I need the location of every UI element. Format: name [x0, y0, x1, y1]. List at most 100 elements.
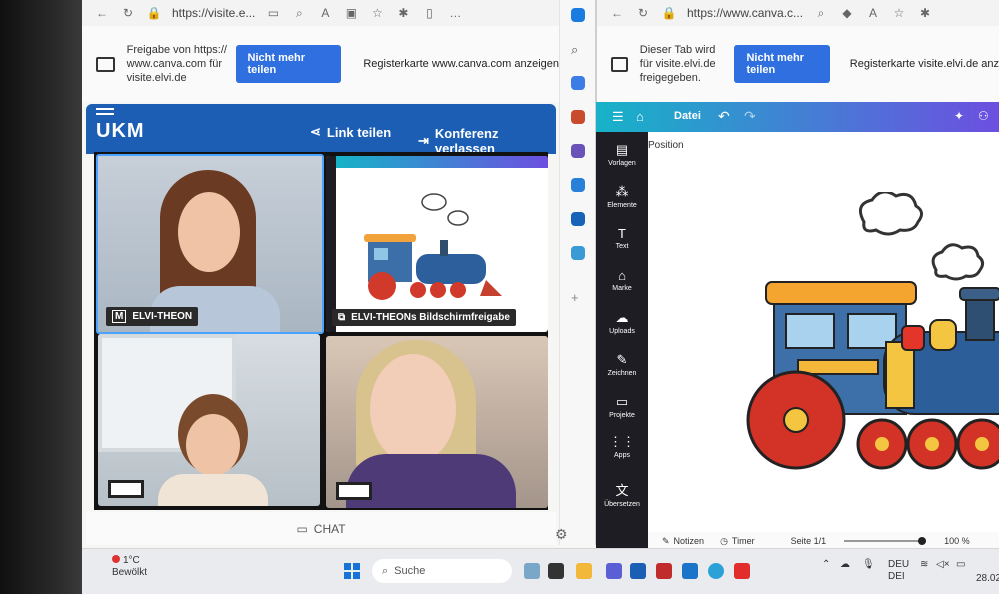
read-aloud-icon[interactable]: A [865, 6, 881, 20]
store-icon[interactable] [630, 563, 646, 579]
mic-icon[interactable]: 🎙 [862, 559, 875, 570]
outlook-icon[interactable] [571, 212, 585, 226]
games-icon[interactable] [571, 144, 585, 158]
settings-app-icon[interactable] [682, 563, 698, 579]
ukm-header: UKM ⋖ Link teilen ⇥ Konferenz verlassen [86, 104, 556, 156]
edge-sidebar: ⌕ + [559, 0, 596, 545]
sidebar-text[interactable]: T Text [596, 226, 648, 250]
templates-icon: ▤ [615, 142, 629, 157]
timer-icon[interactable]: ◷ [720, 536, 728, 547]
left-url[interactable]: https://visite.e... [172, 6, 255, 20]
cloud-icon[interactable]: ☁ [840, 559, 850, 570]
participant-tile[interactable]: M ELVI-THEON [96, 154, 324, 334]
extensions-icon[interactable]: ✱ [395, 6, 411, 20]
more-icon[interactable]: … [447, 6, 463, 20]
right-share-bar: Dieser Tab wird für visite.elvi.de freig… [597, 26, 999, 102]
copilot-icon[interactable] [571, 8, 585, 22]
shopping-icon[interactable] [571, 76, 585, 90]
drop-icon[interactable] [571, 246, 585, 260]
start-button[interactable] [344, 563, 360, 579]
undo-icon[interactable]: ↶ [718, 108, 730, 125]
magic-icon[interactable]: ✦ [954, 109, 964, 123]
share-link-button[interactable]: ⋖ Link teilen [310, 124, 391, 140]
sidebar-draw[interactable]: ✎ Zeichnen [596, 352, 648, 377]
tray-chevron-icon[interactable]: ⌃ [822, 559, 830, 570]
brand-icon: ⌂ [618, 268, 626, 283]
sidebar-templates[interactable]: ▤ Vorlagen [596, 142, 648, 167]
favorite-icon[interactable]: ☆ [891, 6, 907, 20]
favorite-icon[interactable]: ☆ [369, 6, 385, 20]
sidebar-uploads[interactable]: ☁ Uploads [596, 310, 648, 335]
weather-alert-icon [112, 555, 120, 563]
sidebar-projects[interactable]: ▭ Projekte [596, 394, 648, 419]
participant-tile[interactable] [98, 334, 320, 506]
taskbar-search[interactable]: ⌕ Suche [372, 559, 512, 583]
tag-icon[interactable]: ◆ [839, 6, 855, 20]
screenshare-tile[interactable]: ⧉ ELVI-THEONs Bildschirmfreigabe [326, 156, 548, 332]
office-icon[interactable] [571, 178, 585, 192]
home-icon[interactable]: ⌂ [636, 109, 644, 124]
battery-icon[interactable]: ▭ [956, 559, 965, 570]
right-url[interactable]: https://www.canva.c... [687, 6, 803, 20]
extensions-icon[interactable]: ✱ [917, 6, 933, 20]
uploads-icon: ☁ [615, 310, 629, 325]
zoom-level[interactable]: 100 % [944, 536, 970, 546]
participant-name-tag [336, 482, 372, 500]
tools-icon[interactable] [571, 110, 585, 124]
mcafee-icon[interactable] [656, 563, 672, 579]
train-image[interactable] [648, 192, 999, 482]
back-icon[interactable]: ← [94, 6, 110, 20]
file-menu[interactable]: Datei [674, 110, 701, 122]
participant-tile[interactable] [326, 336, 548, 508]
left-stop-sharing-button[interactable]: Nicht mehr teilen [235, 45, 342, 83]
right-stop-sharing-button[interactable]: Nicht mehr teilen [734, 45, 830, 83]
right-share-text: Dieser Tab wird für visite.elvi.de freig… [639, 44, 716, 84]
volume-icon[interactable]: ◁× [936, 559, 950, 570]
position-label[interactable]: Position [648, 140, 684, 151]
search-icon[interactable]: ⌕ [571, 42, 585, 57]
teams-icon[interactable] [606, 563, 622, 579]
settings-gear-icon[interactable]: ⚙ [555, 526, 568, 543]
sidebar-apps[interactable]: ⋮⋮ Apps [596, 434, 648, 459]
notes-button[interactable]: Notizen [674, 536, 705, 546]
file-explorer-icon[interactable] [576, 563, 592, 579]
sidebar-translate[interactable]: 文 Übersetzen [596, 480, 648, 508]
page-indicator: Seite 1/1 [790, 536, 827, 546]
refresh-icon[interactable]: ↻ [120, 6, 136, 20]
zoom-icon[interactable]: ⌕ [291, 6, 307, 21]
timer-button[interactable]: Timer [732, 536, 755, 546]
zoom-slider[interactable] [844, 537, 927, 545]
add-icon[interactable]: + [571, 290, 585, 305]
lock-icon: 🔒 [146, 6, 162, 20]
notes-icon[interactable]: ✎ [662, 536, 670, 547]
split-icon[interactable]: ▯ [421, 6, 437, 20]
menu-icon[interactable]: ☰ [612, 109, 624, 125]
edge-icon[interactable] [708, 563, 724, 579]
camera-icon[interactable]: ▭ [265, 6, 281, 20]
participant-face [186, 414, 240, 476]
sidebar-elements[interactable]: ⁂ Elemente [596, 184, 648, 209]
zoom-icon[interactable]: ⌕ [813, 6, 829, 21]
date-label[interactable]: 28.02 [976, 573, 999, 584]
youtube-icon[interactable] [734, 563, 750, 579]
left-show-tab-link[interactable]: Registerkarte www.canva.com anzeigen [363, 58, 559, 70]
canva-canvas[interactable]: Position [648, 132, 999, 532]
wifi-icon[interactable]: ≋ [920, 559, 928, 570]
right-show-tab-link[interactable]: Registerkarte visite.elvi.de anz [850, 58, 999, 70]
widget-image-icon[interactable] [524, 563, 540, 579]
participant-face [370, 354, 456, 464]
share-people-icon[interactable]: ⚇ [978, 109, 989, 123]
video-grid: M ELVI-THEON ⧉ ELVI-THEONs Bildschirmfre… [94, 152, 548, 510]
task-view-icon[interactable] [548, 563, 564, 579]
participant-face [178, 192, 240, 272]
hd-icon[interactable]: ▣ [343, 6, 359, 20]
weather-widget[interactable]: 1°C Bewölkt [112, 555, 147, 579]
chat-button[interactable]: ▭ CHAT [86, 512, 556, 545]
sidebar-brand[interactable]: ⌂ Marke [596, 268, 648, 292]
back-icon[interactable]: ← [609, 6, 625, 20]
read-aloud-icon[interactable]: A [317, 6, 333, 20]
redo-icon[interactable]: ↷ [744, 108, 756, 125]
language-indicator[interactable]: DEU DEI [888, 559, 909, 583]
refresh-icon[interactable]: ↻ [635, 6, 651, 20]
exit-icon: ⇥ [418, 133, 429, 148]
